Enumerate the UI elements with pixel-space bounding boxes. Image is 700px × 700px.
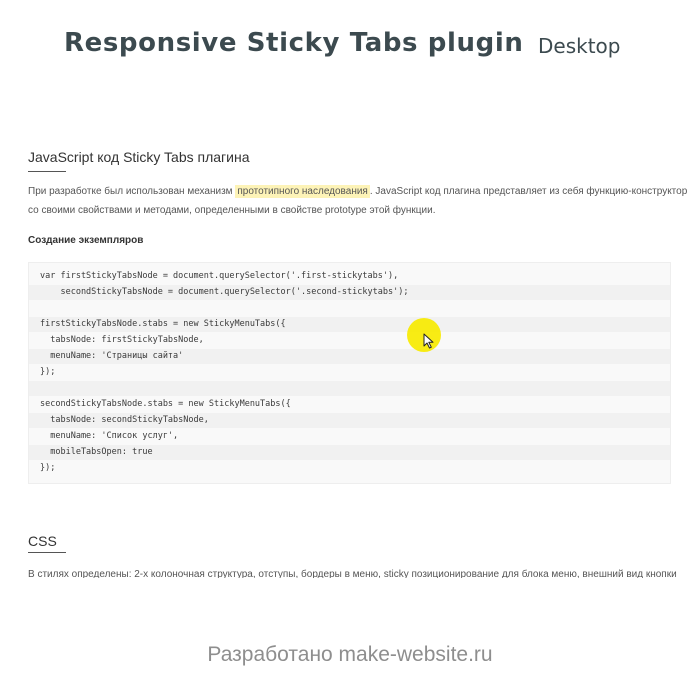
code-block: var firstStickyTabsNode = document.query… [28, 262, 671, 484]
code-line: }); [40, 463, 56, 473]
video-frame: Responsive Sticky Tabs plugin Desktop Ja… [0, 0, 700, 700]
js-section-heading: JavaScript код Sticky Tabs плагина [28, 149, 250, 165]
code-line [29, 381, 670, 396]
code-line: }); [40, 367, 56, 377]
code-line: tabsNode: secondStickyTabsNode, [29, 413, 670, 428]
code-line: secondStickyTabsNode = document.querySel… [29, 285, 670, 300]
heading-underline [28, 552, 66, 553]
intro-text-end: . JavaScript код плагина представляет из… [369, 186, 688, 197]
intro-text-line2: со своими свойствами и методами, определ… [28, 205, 436, 216]
code-line: menuName: 'Страницы сайта' [29, 349, 670, 364]
viewport-mode-label: Desktop [538, 34, 621, 58]
code-line: menuName: 'Список услуг', [40, 431, 179, 441]
intro-text-start: При разработке был использован механизм [28, 186, 236, 197]
code-line: tabsNode: firstStickyTabsNode, [40, 335, 204, 345]
heading-underline [28, 171, 66, 172]
css-description: В стилях определены: 2-х колоночная стру… [28, 569, 677, 578]
footer-credit: Разработано make-website.ru [207, 643, 493, 666]
webpage-content: JavaScript код Sticky Tabs плагина При р… [0, 90, 700, 578]
code-line: mobileTabsOpen: true [29, 445, 670, 460]
code-line: secondStickyTabsNode.stabs = new StickyM… [40, 399, 291, 409]
video-title: Responsive Sticky Tabs plugin [64, 28, 524, 58]
instances-subheading: Создание экземпляров [28, 235, 144, 246]
code-line: firstStickyTabsNode.stabs = new StickyMe… [29, 317, 670, 332]
mouse-pointer-icon [423, 333, 434, 349]
css-section-heading: CSS [28, 533, 57, 549]
prototype-inheritance-link[interactable]: прототипного наследования [235, 185, 370, 198]
code-line: var firstStickyTabsNode = document.query… [40, 271, 399, 281]
js-intro-paragraph: При разработке был использован механизм … [28, 182, 687, 220]
